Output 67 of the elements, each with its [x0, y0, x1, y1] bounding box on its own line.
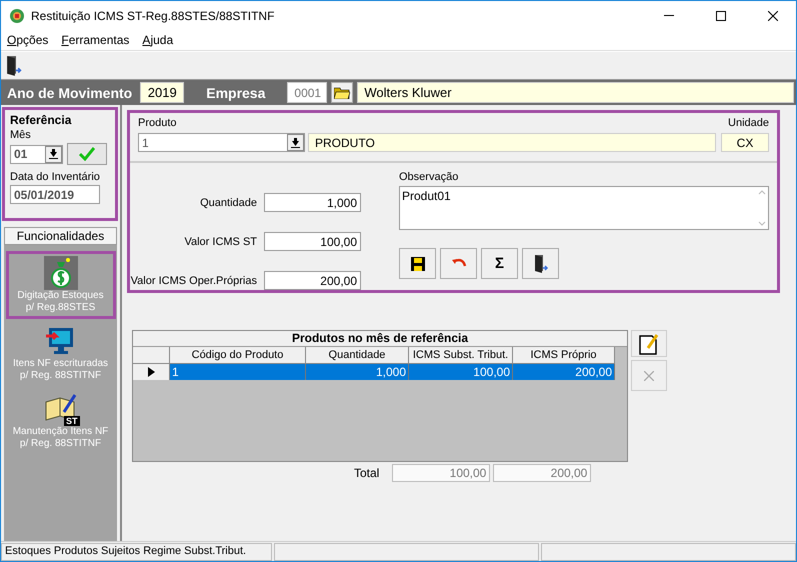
month-label: Mês — [10, 129, 32, 141]
status-text: Estoques Produtos Sujeitos Regime Subst.Tribut. — [1, 543, 272, 561]
save-button[interactable] — [399, 248, 436, 279]
minimize-icon — [664, 15, 674, 16]
menu-item[interactable]: Opções — [7, 33, 48, 47]
column-header: Quantidade — [306, 347, 409, 364]
folder-icon — [334, 86, 350, 99]
scrollbar-icon — [758, 189, 766, 227]
total-field: 200,00 — [493, 464, 592, 482]
group-title: Referência — [10, 113, 72, 127]
features-header: Funcionalidades — [4, 227, 117, 245]
close-icon — [768, 10, 778, 20]
unit-field[interactable]: CX — [721, 133, 769, 152]
sum-button[interactable]: Σ — [481, 248, 518, 279]
field-label: Valor ICMS Oper.Próprias — [130, 274, 257, 286]
year-label: Ano de Movimento — [6, 84, 134, 100]
total-field: 100,00 — [392, 464, 490, 482]
exit-button[interactable] — [522, 248, 559, 279]
window-title: Restituição ICMS ST-Reg.88STES/88STITNF — [31, 8, 276, 22]
inventory-date-label: Data do Inventário — [10, 171, 101, 183]
column-header: ICMS Subst. Tribut. — [409, 347, 513, 364]
number-field[interactable]: 200,00 — [264, 271, 361, 290]
maximize-icon — [716, 10, 726, 20]
number-field[interactable]: 1,000 — [264, 193, 361, 212]
app-icon — [9, 8, 25, 24]
column-header: Código do Produto — [170, 347, 306, 364]
product-label: Produto — [138, 117, 178, 130]
delete-icon — [644, 370, 654, 380]
badge: ST — [64, 416, 80, 426]
dropdown-arrow-icon — [291, 138, 300, 148]
company-name-field[interactable]: Wolters Kluwer — [357, 82, 794, 103]
product-name-field[interactable]: PRODUTO — [308, 133, 716, 152]
table-cell: 1,000 — [306, 364, 409, 380]
year-field[interactable]: 2019 — [140, 82, 184, 103]
sidebar-item-label: Itens NF escrituradas p/ Reg. 88STITNF — [12, 358, 108, 382]
column-header: ICMS Próprio — [513, 347, 615, 364]
grid-title: Produtos no mês de referência — [133, 331, 627, 347]
month-dropdown[interactable]: 01 — [10, 144, 63, 164]
table-cell: 200,00 — [513, 364, 615, 380]
row-pointer-icon — [148, 367, 154, 377]
sidebar-item[interactable]: ST Manutenção Itens NF p/ Reg. 88STITNF — [6, 387, 116, 455]
field-label: Quantidade — [199, 196, 257, 208]
edit-button[interactable] — [631, 330, 667, 357]
notes-field[interactable]: Produt01 — [399, 186, 769, 230]
table-cell: 100,00 — [409, 364, 513, 380]
number-field[interactable]: 100,00 — [264, 232, 361, 251]
product-dropdown[interactable]: 1 — [138, 133, 305, 152]
menu-item[interactable]: Ferramentas — [61, 33, 130, 47]
field-label: Valor ICMS ST — [183, 236, 257, 248]
exit-door-icon — [5, 54, 23, 76]
company-code-field[interactable]: 0001 — [287, 82, 328, 103]
inventory-date-field[interactable]: 05/01/2019 — [10, 185, 100, 204]
menu-item[interactable]: Ajuda — [142, 33, 174, 47]
table-cell: 1 — [170, 364, 306, 380]
sidebar-item-label: Manutenção Itens NF p/ Reg. 88STITNF — [12, 426, 108, 450]
unit-label: Unidade — [728, 117, 769, 130]
undo-button[interactable] — [440, 248, 477, 279]
open-folder-button[interactable] — [331, 82, 354, 103]
sidebar-item-label: Digitação Estoques p/ Reg.88STES — [17, 290, 104, 314]
checkmark-icon — [79, 147, 95, 161]
dropdown-arrow-icon — [49, 149, 58, 159]
money-bag-icon — [44, 256, 78, 290]
exit-door-icon — [532, 254, 548, 274]
notes-label: Observação — [399, 171, 460, 184]
total-label: Total — [354, 466, 380, 480]
company-label: Empresa — [205, 84, 266, 100]
edit-note-icon — [639, 332, 659, 354]
